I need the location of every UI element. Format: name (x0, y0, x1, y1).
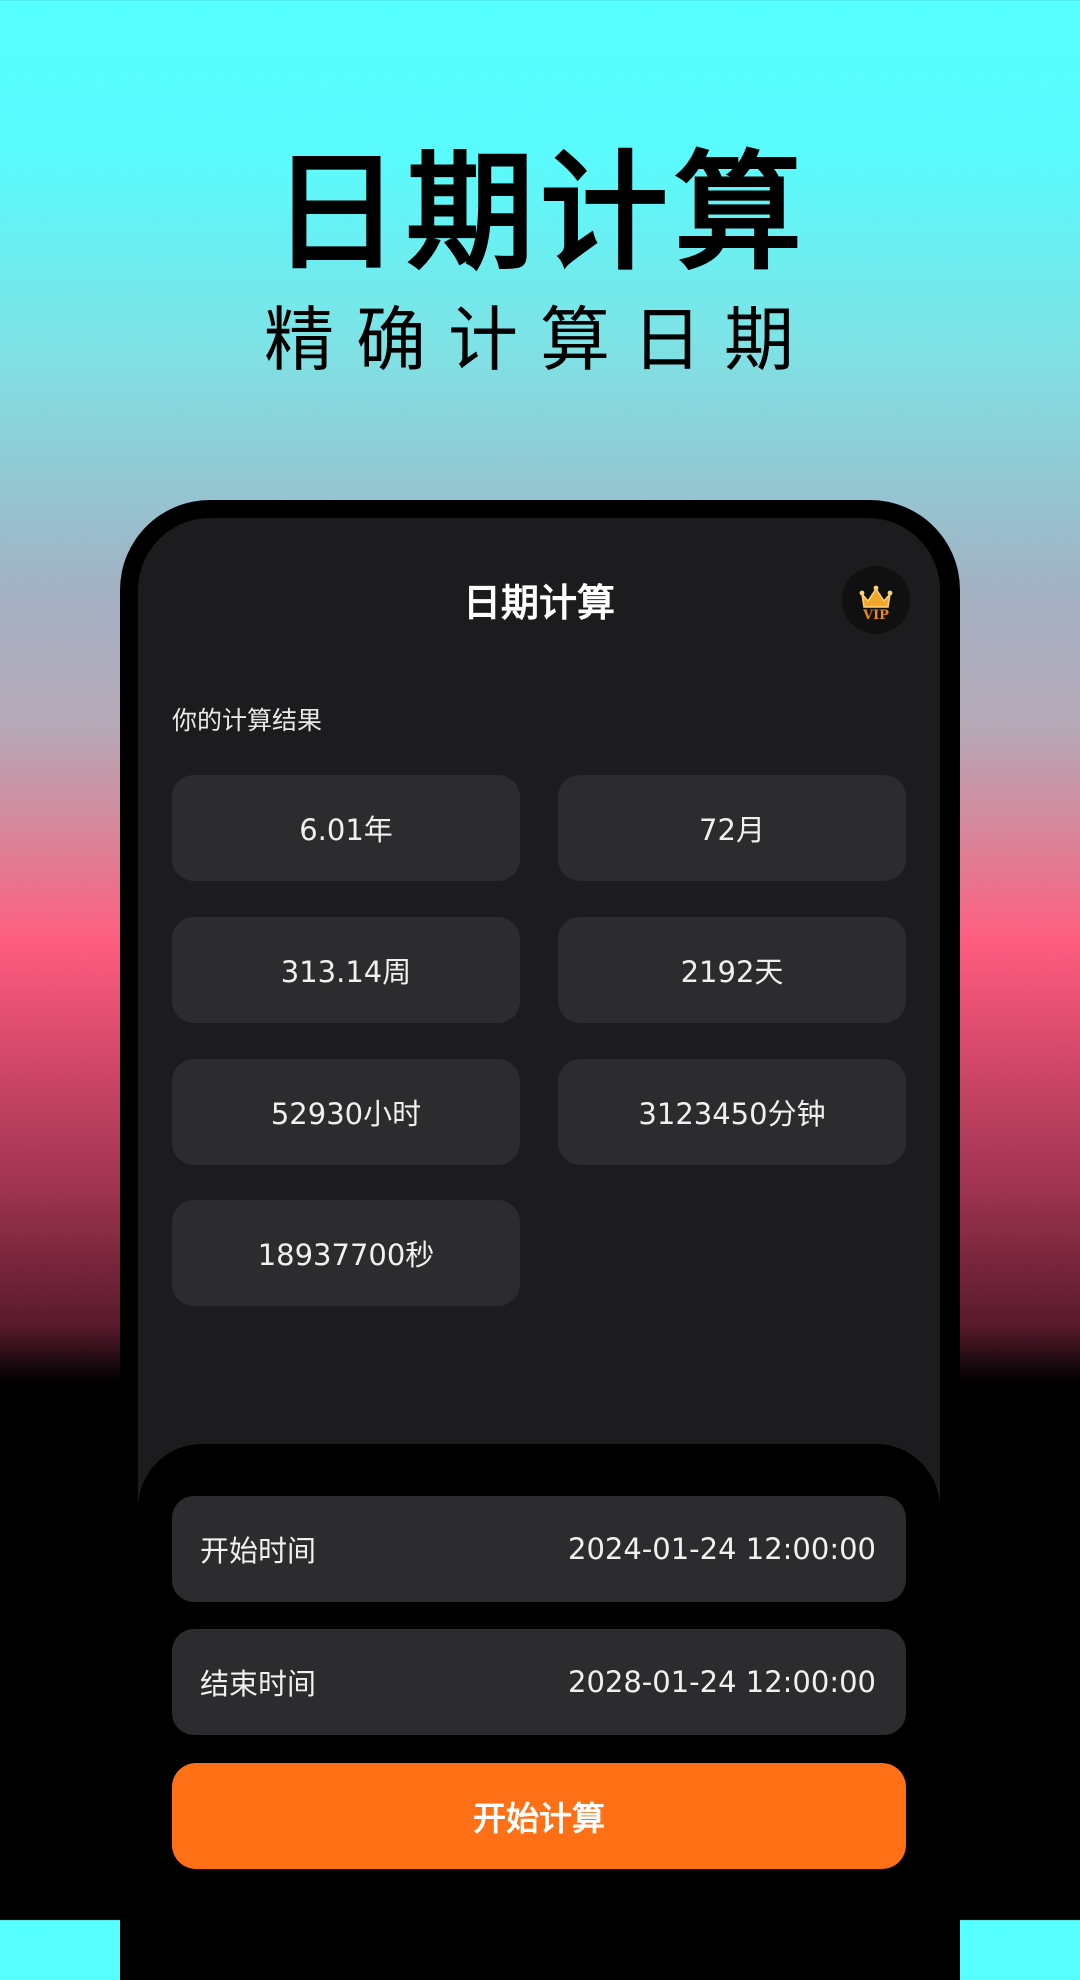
result-years: 6.01年 (172, 775, 520, 881)
start-time-value: 2024-01-24 12:00:00 (568, 1532, 876, 1566)
vip-button[interactable]: VIP (842, 566, 910, 634)
start-time-field[interactable]: 开始时间 2024-01-24 12:00:00 (172, 1496, 906, 1602)
page-title: 日期计算 (462, 581, 615, 625)
result-weeks: 313.14周 (172, 917, 520, 1023)
vip-crown-icon: VIP (859, 585, 893, 623)
app-screen: 日期计算 VIP 你的计算结果 6.01年 72月 313.14周 2192天 … (138, 518, 940, 1928)
result-days: 2192天 (558, 917, 906, 1023)
end-time-value: 2028-01-24 12:00:00 (568, 1665, 876, 1699)
hero-subtitle: 精确计算日期 (264, 299, 816, 381)
hero-title: 日期计算 (271, 139, 808, 288)
end-time-label: 结束时间 (200, 1667, 317, 1701)
start-calculation-button[interactable]: 开始计算 (172, 1763, 906, 1869)
results-label: 你的计算结果 (172, 706, 323, 735)
result-hours: 52930小时 (172, 1059, 520, 1165)
end-time-field[interactable]: 结束时间 2028-01-24 12:00:00 (172, 1629, 906, 1735)
result-seconds: 18937700秒 (172, 1200, 520, 1306)
result-months: 72月 (558, 775, 906, 881)
start-time-label: 开始时间 (200, 1534, 317, 1568)
vip-badge-text: VIP (862, 608, 889, 623)
result-minutes: 3123450分钟 (558, 1059, 906, 1165)
